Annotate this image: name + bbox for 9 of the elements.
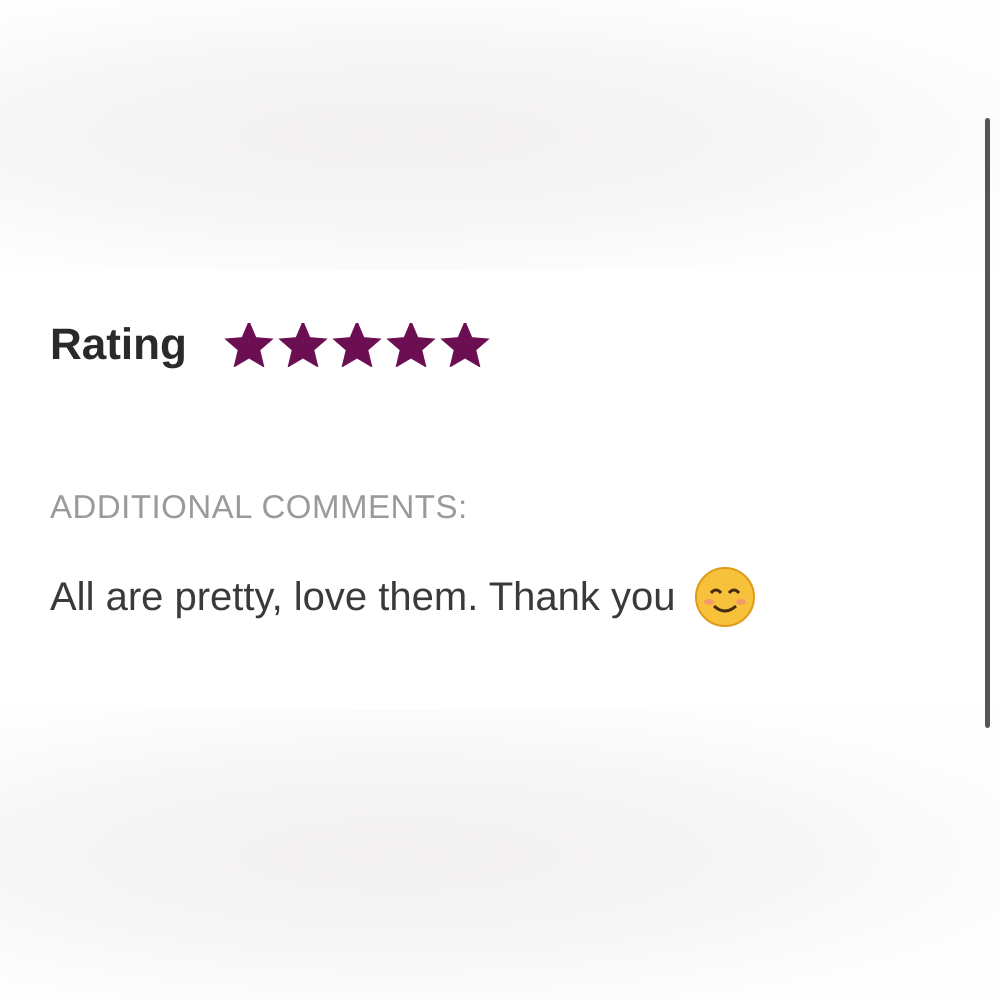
smiling-face-icon — [694, 566, 756, 628]
comments-heading: ADDITIONAL COMMENTS: — [50, 488, 469, 526]
star-icon — [330, 323, 383, 367]
star-icon — [222, 323, 275, 367]
comment-text: All are pretty, love them. Thank you — [50, 574, 676, 620]
rating-label: Rating — [50, 320, 187, 370]
star-icon — [384, 323, 437, 367]
star-icon — [276, 323, 329, 367]
star-icon — [438, 323, 491, 367]
